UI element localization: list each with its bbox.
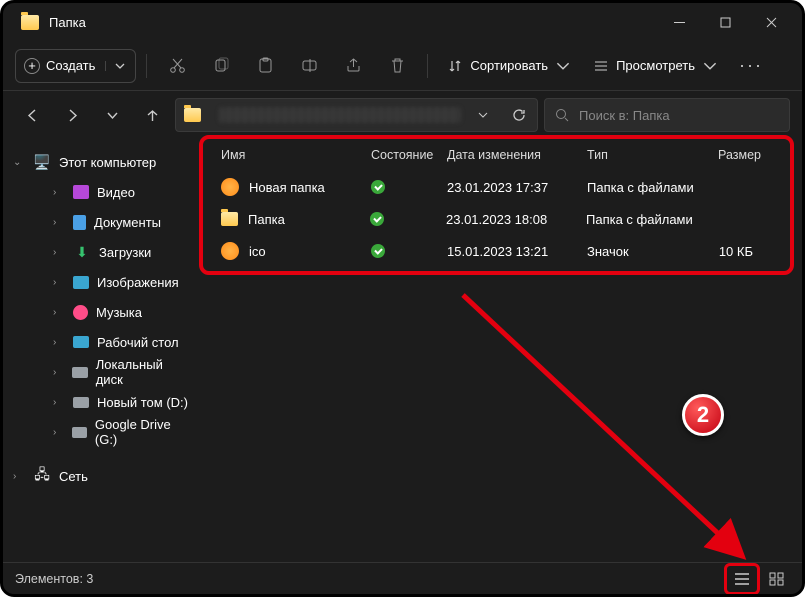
chevron-down-icon bbox=[703, 59, 717, 73]
toolbar: + Создать Сортировать Просмотреть ··· bbox=[3, 41, 802, 91]
disk-icon bbox=[72, 367, 87, 378]
close-button[interactable] bbox=[748, 6, 794, 38]
new-label: Создать bbox=[46, 58, 95, 73]
folder-icon bbox=[21, 15, 39, 30]
video-icon bbox=[73, 185, 89, 199]
search-icon bbox=[555, 108, 569, 122]
new-button[interactable]: + Создать bbox=[15, 49, 136, 83]
rename-button[interactable] bbox=[289, 49, 329, 83]
sidebar-root[interactable]: ⌄ 🖥️ Этот компьютер bbox=[9, 147, 195, 177]
sidebar-network[interactable]: › 🖧 Сеть bbox=[9, 461, 195, 491]
col-status[interactable]: Состояние bbox=[371, 148, 447, 162]
orange-icon bbox=[221, 242, 239, 260]
music-icon bbox=[73, 305, 88, 320]
orange-icon bbox=[221, 178, 239, 196]
disk-icon bbox=[72, 427, 87, 438]
recent-button[interactable] bbox=[95, 98, 129, 132]
pc-icon: 🖥️ bbox=[33, 154, 51, 170]
file-list: Имя Состояние Дата изменения Тип Размер … bbox=[201, 139, 802, 549]
chevron-icon: › bbox=[53, 427, 64, 438]
maximize-button[interactable] bbox=[702, 6, 748, 38]
chevron-down-icon bbox=[105, 61, 125, 71]
annotation-highlight-small bbox=[724, 563, 760, 595]
sidebar-item-images[interactable]: ›Изображения bbox=[39, 267, 195, 297]
item-count: Элементов: 3 bbox=[15, 572, 93, 586]
col-name[interactable]: Имя bbox=[221, 148, 371, 162]
sidebar-item-documents[interactable]: ›Документы bbox=[39, 207, 195, 237]
statusbar: Элементов: 3 bbox=[3, 562, 802, 594]
sort-label: Сортировать bbox=[470, 58, 548, 73]
forward-button[interactable] bbox=[55, 98, 89, 132]
file-row[interactable]: Папка 23.01.2023 18:08 Папка с файлами bbox=[201, 203, 802, 235]
sort-icon bbox=[448, 59, 462, 73]
view-button[interactable]: Просмотреть bbox=[584, 49, 727, 83]
sort-button[interactable]: Сортировать bbox=[438, 49, 580, 83]
chevron-down-icon[interactable] bbox=[469, 101, 497, 129]
chevron-icon: › bbox=[53, 367, 64, 378]
chevron-icon: › bbox=[53, 187, 65, 198]
chevron-down-icon: ⌄ bbox=[13, 157, 25, 168]
back-button[interactable] bbox=[15, 98, 49, 132]
view-icon bbox=[594, 59, 608, 73]
sidebar-item-music[interactable]: ›Музыка bbox=[39, 297, 195, 327]
share-button[interactable] bbox=[333, 49, 373, 83]
chevron-icon: › bbox=[53, 247, 65, 258]
sidebar-item-video[interactable]: ›Видео bbox=[39, 177, 195, 207]
path-blurred bbox=[219, 107, 461, 123]
chevron-icon: › bbox=[53, 307, 65, 318]
copy-button[interactable] bbox=[201, 49, 241, 83]
chevron-icon: › bbox=[13, 471, 25, 482]
column-headers[interactable]: Имя Состояние Дата изменения Тип Размер bbox=[201, 139, 802, 171]
network-icon: 🖧 bbox=[33, 468, 51, 484]
col-type[interactable]: Тип bbox=[587, 148, 709, 162]
chevron-icon: › bbox=[53, 277, 65, 288]
chevron-down-icon bbox=[556, 59, 570, 73]
delete-button[interactable] bbox=[377, 49, 417, 83]
thumbnails-view-button[interactable] bbox=[764, 568, 790, 590]
image-icon bbox=[73, 276, 89, 289]
col-modified[interactable]: Дата изменения bbox=[447, 148, 587, 162]
file-row[interactable]: Новая папка 23.01.2023 17:37 Папка с фай… bbox=[201, 171, 802, 203]
view-label: Просмотреть bbox=[616, 58, 695, 73]
plus-icon: + bbox=[24, 58, 40, 74]
nav-row: Поиск в: Папка bbox=[3, 91, 802, 139]
folder-icon bbox=[221, 212, 238, 226]
titlebar: Папка bbox=[3, 3, 802, 41]
status-synced-icon bbox=[370, 212, 384, 226]
disk-icon bbox=[73, 397, 89, 408]
document-icon bbox=[73, 215, 86, 230]
window-title: Папка bbox=[49, 15, 656, 30]
desktop-icon bbox=[73, 336, 89, 348]
folder-icon bbox=[184, 108, 201, 122]
up-button[interactable] bbox=[135, 98, 169, 132]
sidebar-item-localdisk[interactable]: ›Локальный диск bbox=[39, 357, 195, 387]
search-placeholder: Поиск в: Папка bbox=[579, 108, 670, 123]
status-synced-icon bbox=[371, 244, 385, 258]
search-input[interactable]: Поиск в: Папка bbox=[544, 98, 790, 132]
more-button[interactable]: ··· bbox=[731, 49, 771, 83]
annotation-number: 2 bbox=[682, 394, 724, 436]
sidebar-item-downloads[interactable]: ›⬇Загрузки bbox=[39, 237, 195, 267]
address-bar[interactable] bbox=[175, 98, 538, 132]
minimize-button[interactable] bbox=[656, 6, 702, 38]
chevron-icon: › bbox=[53, 337, 65, 348]
sidebar-item-desktop[interactable]: ›Рабочий стол bbox=[39, 327, 195, 357]
file-row[interactable]: ico 15.01.2023 13:21 Значок 10 КБ bbox=[201, 235, 802, 267]
download-icon: ⬇ bbox=[73, 244, 91, 260]
col-size[interactable]: Размер bbox=[709, 148, 771, 162]
details-view-button[interactable] bbox=[729, 568, 755, 590]
refresh-button[interactable] bbox=[505, 101, 533, 129]
sidebar-item-googledrive[interactable]: ›Google Drive (G:) bbox=[39, 417, 195, 447]
chevron-icon: › bbox=[53, 217, 65, 228]
chevron-icon: › bbox=[53, 397, 65, 408]
cut-button[interactable] bbox=[157, 49, 197, 83]
paste-button[interactable] bbox=[245, 49, 285, 83]
sidebar: ⌄ 🖥️ Этот компьютер ›Видео ›Документы › ⬇… bbox=[3, 139, 201, 549]
status-synced-icon bbox=[371, 180, 385, 194]
sidebar-item-newvolume[interactable]: ›Новый том (D:) bbox=[39, 387, 195, 417]
